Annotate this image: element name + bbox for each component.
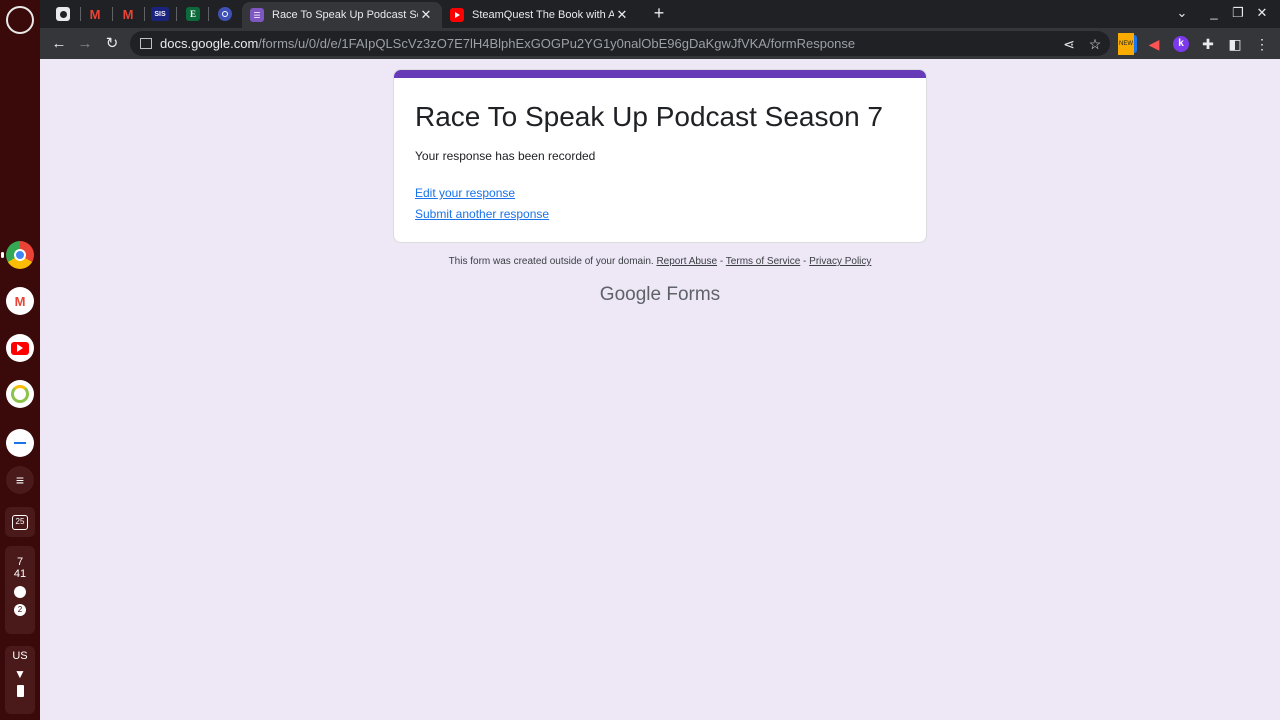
k-extension-icon[interactable]: k: [1170, 33, 1192, 55]
back-button[interactable]: ←: [48, 33, 70, 55]
pinned-tab-contacts[interactable]: [52, 4, 74, 24]
launcher-button[interactable]: [6, 6, 34, 34]
clock-icon: [218, 7, 232, 21]
calendar-tray[interactable]: 25: [5, 507, 35, 537]
extensions-puzzle-icon[interactable]: ✚: [1197, 33, 1219, 55]
forms-icon: ☰: [250, 8, 264, 22]
tab-strip: M M SIS E ☰ Race To Speak Up Podcast Sea…: [40, 0, 1280, 28]
form-footer: This form was created outside of your do…: [393, 256, 927, 267]
timer-app-icon[interactable]: [6, 380, 34, 408]
side-panel-icon[interactable]: ◧: [1224, 33, 1246, 55]
tab-youtube[interactable]: SteamQuest The Book with Ahm ✕: [442, 2, 638, 28]
bookmark-star-icon[interactable]: ☆: [1084, 33, 1106, 55]
site-info-icon[interactable]: [140, 38, 152, 49]
shelf: M ≡ 25 7 41 2 US ▼: [0, 0, 40, 720]
chrome-app-icon[interactable]: [6, 241, 34, 269]
forward-button[interactable]: →: [74, 33, 96, 55]
screencast-extension-icon[interactable]: ◀: [1143, 33, 1165, 55]
address-bar[interactable]: docs.google.com/forms/u/0/d/e/1FAIpQLScV…: [130, 31, 1110, 56]
submit-another-link[interactable]: Submit another response: [415, 207, 926, 221]
separator-dash: -: [719, 256, 724, 267]
wifi-icon: ▼: [14, 667, 26, 681]
tab-title: Race To Speak Up Podcast Seas: [272, 9, 418, 21]
notification-count: 2: [14, 604, 26, 616]
tab-title: SteamQuest The Book with Ahm: [472, 9, 614, 21]
separator-dash: -: [803, 256, 807, 267]
google-forms-logo[interactable]: Google Forms: [393, 284, 927, 306]
clock-minute: 41: [13, 568, 27, 580]
status-tray[interactable]: 7 41 2: [5, 546, 35, 634]
pinned-tab-sis[interactable]: SIS: [149, 4, 171, 24]
calendar-icon: 25: [12, 514, 28, 530]
running-indicator: [1, 252, 4, 258]
youtube-app-icon[interactable]: [6, 334, 34, 362]
share-icon[interactable]: ⋖: [1058, 33, 1080, 55]
close-tab-icon[interactable]: ✕: [418, 7, 434, 23]
playlist-icon[interactable]: ≡: [6, 466, 34, 494]
gmail-icon: M: [122, 6, 134, 22]
gmail-app-icon[interactable]: M: [6, 287, 34, 315]
form-accent-bar: [394, 70, 926, 78]
tab-search-icon[interactable]: ⌄: [1172, 5, 1192, 21]
url-host: docs.google.com: [160, 36, 259, 51]
contacts-icon: [56, 7, 70, 21]
keyboard-layout: US: [12, 650, 28, 662]
browser-toolbar: ← → ↻ docs.google.com/forms/u/0/d/e/1FAI…: [40, 28, 1280, 59]
form-confirmation-card: Race To Speak Up Podcast Season 7 Your r…: [393, 69, 927, 243]
menu-kebab-icon[interactable]: ⋮: [1251, 33, 1273, 55]
brand-forms: Forms: [666, 284, 721, 305]
domain-note: This form was created outside of your do…: [448, 256, 654, 267]
sis-icon: SIS: [151, 7, 169, 21]
youtube-icon: [450, 8, 464, 22]
extension-new-icon[interactable]: NEW: [1117, 33, 1139, 55]
url-path: /forms/u/0/d/e/1FAIpQLScVz3zO7E7lH4BlphE…: [258, 36, 856, 51]
pinned-tab-gmail-2[interactable]: M: [117, 4, 139, 24]
confirmation-message: Your response has been recorded: [415, 149, 596, 163]
edit-response-link[interactable]: Edit your response: [415, 186, 926, 200]
tab-forms[interactable]: ☰ Race To Speak Up Podcast Seas ✕: [242, 2, 442, 28]
terms-link[interactable]: Terms of Service: [726, 256, 800, 267]
form-title: Race To Speak Up Podcast Season 7: [415, 101, 884, 132]
pinned-tab-gmail-1[interactable]: M: [84, 4, 106, 24]
new-tab-button[interactable]: +: [648, 3, 670, 24]
new-badge: NEW: [1118, 33, 1134, 55]
brand-google: Google: [599, 284, 662, 305]
files-app-icon[interactable]: [6, 429, 34, 457]
minimize-button[interactable]: _: [1204, 5, 1224, 20]
close-tab-icon[interactable]: ✕: [614, 7, 630, 23]
battery-icon: [16, 685, 24, 697]
close-window-button[interactable]: ✕: [1252, 5, 1272, 21]
notification-icon: [14, 586, 26, 598]
pinned-tab-clock[interactable]: [214, 4, 236, 24]
report-abuse-link[interactable]: Report Abuse: [656, 256, 717, 267]
clock-hour: 7: [16, 556, 24, 568]
restore-button[interactable]: ❐: [1228, 5, 1248, 21]
gmail-icon: M: [89, 6, 101, 22]
system-tray[interactable]: US ▼: [5, 646, 35, 714]
privacy-link[interactable]: Privacy Policy: [809, 256, 871, 267]
e-icon: E: [186, 7, 200, 21]
pinned-tab-e[interactable]: E: [182, 4, 204, 24]
reload-button[interactable]: ↻: [101, 33, 123, 55]
